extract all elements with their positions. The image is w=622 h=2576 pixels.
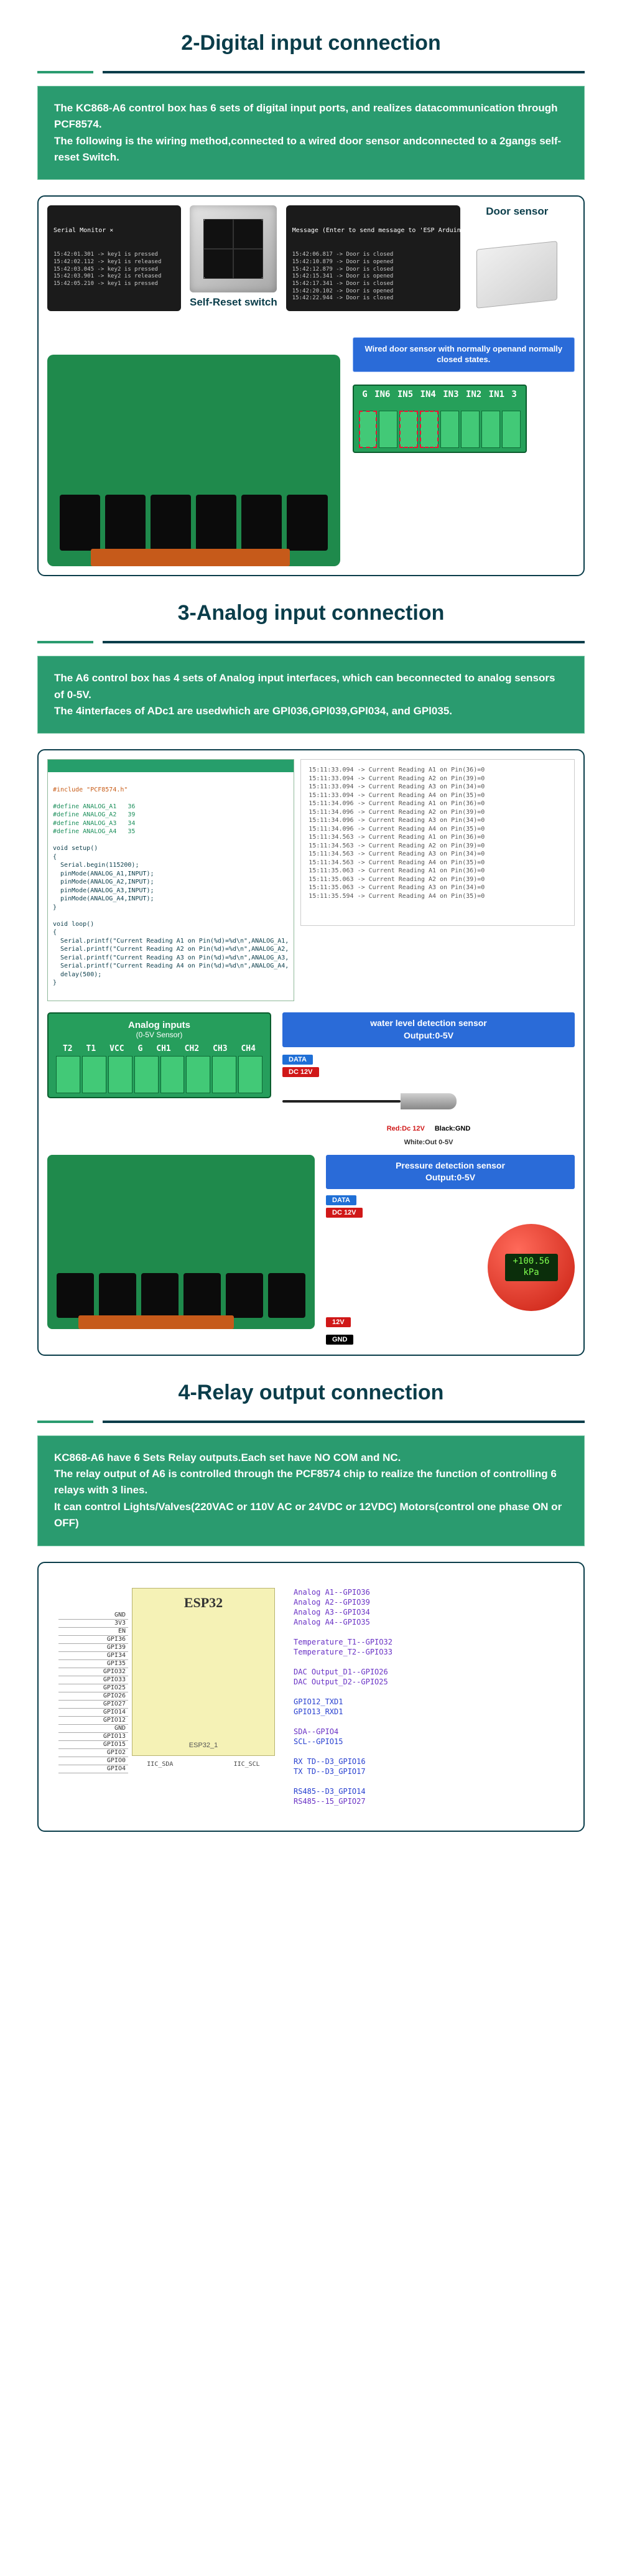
esp32-chip: ESP32 ESP32_1 <box>132 1588 275 1756</box>
v12-tag: 12V <box>326 1317 351 1327</box>
section-2-description: The KC868-A6 control box has 6 sets of d… <box>37 86 585 180</box>
gauge-value: +100.56 <box>505 1256 558 1267</box>
section-2-diagram: Serial Monitor × 15:42:01.301 -> key1 is… <box>37 195 585 576</box>
terminal-right: Message (Enter to send message to 'ESP A… <box>286 205 460 311</box>
section-2-title: 2-Digital input connection <box>37 31 585 55</box>
serial-output: 15:11:33.094 -> Current Reading A1 on Pi… <box>300 759 575 926</box>
divider <box>37 641 585 643</box>
wire-color-legend: Red:Dc 12V Black:GND <box>282 1125 575 1132</box>
data-tag: DATA <box>282 1055 313 1065</box>
divider <box>37 71 585 73</box>
dc12v-tag: DC 12V <box>326 1208 363 1218</box>
divider <box>37 1421 585 1423</box>
section-4-title: 4-Relay output connection <box>37 1381 585 1405</box>
pcb-main <box>47 355 340 566</box>
water-level-sensor-label: water level detection sensor Output:0-5V <box>282 1012 575 1047</box>
door-sensor-image <box>476 241 557 309</box>
door-sensor-label: Door sensor <box>486 205 548 218</box>
pcb-main-small <box>47 1155 315 1329</box>
pressure-sensor-label: Pressure detection sensor Output:0-5V <box>326 1155 575 1189</box>
data-tag: DATA <box>326 1195 356 1205</box>
section-4-diagram: GND3V3ENGPI36GPI39GPI34GPI35GPIO32GPIO33… <box>37 1562 585 1832</box>
section-3-diagram: #include "PCF8574.h" #define ANALOG_A1 3… <box>37 749 585 1355</box>
pressure-gauge: +100.56 kPa <box>488 1224 575 1311</box>
section-3-title: 3-Analog input connection <box>37 601 585 625</box>
water-level-probe <box>282 1085 457 1119</box>
section-3-description: The A6 control box has 4 sets of Analog … <box>37 656 585 734</box>
door-sensor-note: Wired door sensor with normally openand … <box>353 337 575 372</box>
esp32-left-pins: GND3V3ENGPI36GPI39GPI34GPI35GPIO32GPIO33… <box>58 1612 128 1773</box>
gauge-unit: kPa <box>505 1267 558 1278</box>
esp32-bottom-pins: IIC_SDA IIC_SCL <box>132 1761 275 1768</box>
gnd-tag: GND <box>326 1335 353 1345</box>
esp32-pin-mapping: Analog A1--GPIO36Analog A2--GPIO39Analog… <box>294 1588 392 1806</box>
section-4-description: KC868-A6 have 6 Sets Relay outputs.Each … <box>37 1435 585 1546</box>
arduino-ide: #include "PCF8574.h" #define ANALOG_A1 3… <box>47 759 294 1001</box>
analog-input-terminal-zoom: Analog inputs (0-5V Sensor) T2T1 VCCG CH… <box>47 1012 271 1098</box>
terminal-left: Serial Monitor × 15:42:01.301 -> key1 is… <box>47 205 181 311</box>
self-reset-switch <box>190 205 277 292</box>
self-reset-switch-label: Self-Reset switch <box>190 296 277 309</box>
digital-input-terminal-zoom: G IN6 IN5 IN4 IN3 IN2 IN1 3 <box>353 385 527 453</box>
dc12v-tag: DC 12V <box>282 1067 319 1077</box>
